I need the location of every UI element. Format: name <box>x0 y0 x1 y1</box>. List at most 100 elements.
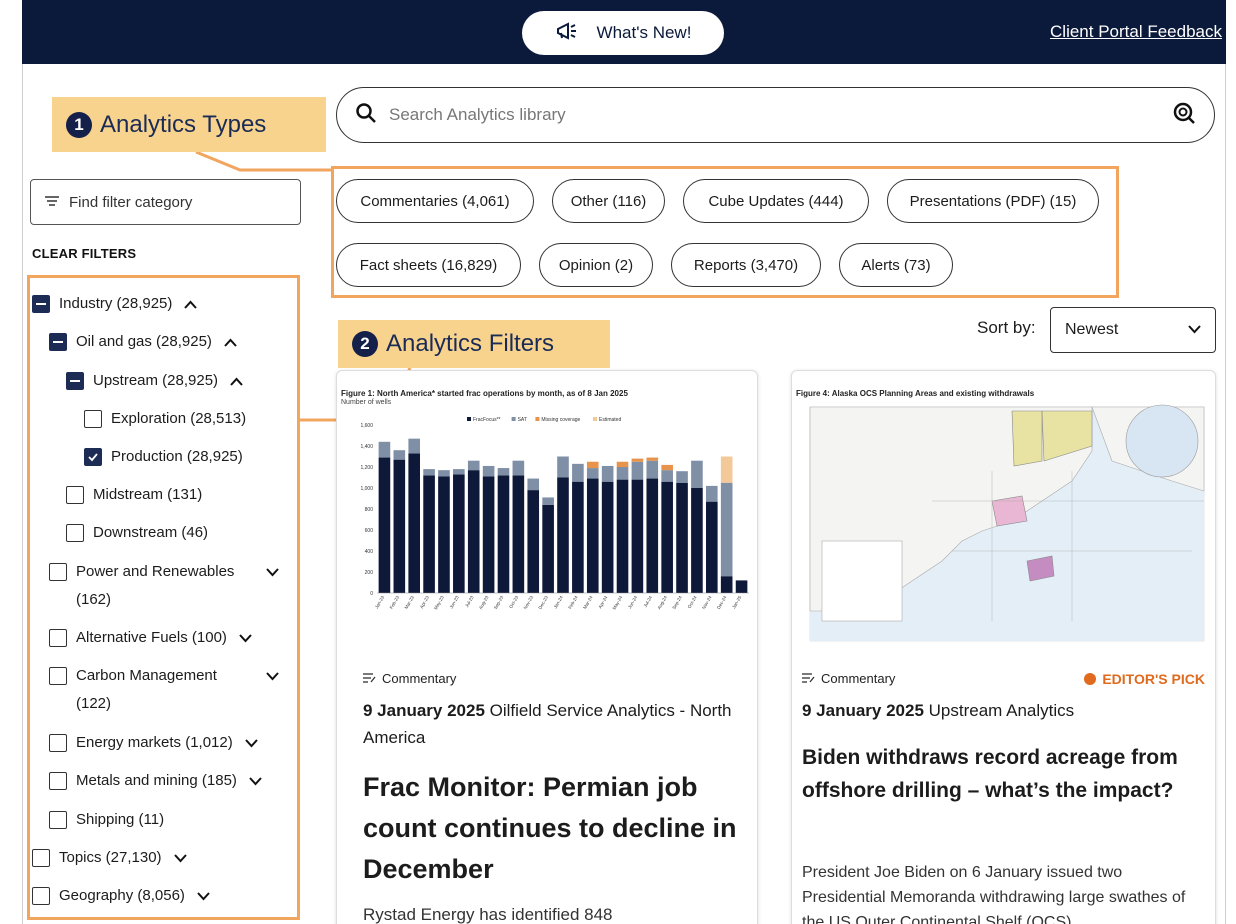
x-tick-label: Oct-23 <box>508 595 519 610</box>
filter-item[interactable]: Geography (8,056) <box>32 882 210 910</box>
search-bar[interactable] <box>336 87 1215 143</box>
filter-item[interactable]: Downstream (46) <box>66 519 208 547</box>
whats-new-button[interactable]: What's New! <box>522 11 724 55</box>
bar-segment <box>482 476 495 593</box>
filter-item[interactable]: Shipping (11) <box>49 806 164 834</box>
bar-segment <box>616 479 629 593</box>
checkbox[interactable] <box>49 811 67 829</box>
filter-label: Upstream (28,925) <box>93 372 219 389</box>
find-filter-input[interactable]: Find filter category <box>30 179 301 225</box>
filter-item[interactable]: Carbon Management (122) <box>49 662 279 718</box>
chevron-up-icon[interactable] <box>230 377 243 386</box>
bar-segment <box>705 485 718 502</box>
chip-cube-updates[interactable]: Cube Updates (444) <box>683 179 869 223</box>
checkbox[interactable] <box>32 887 50 905</box>
y-tick-label: 1,000 <box>360 486 373 492</box>
bar-segment <box>378 457 391 593</box>
x-tick-label: Jul-24 <box>643 595 654 609</box>
chevron-down-icon[interactable] <box>173 854 187 863</box>
filter-item[interactable]: Power and Renewables (162) <box>49 558 279 614</box>
filter-item[interactable]: Upstream (28,925) <box>66 367 243 395</box>
search-input[interactable] <box>389 105 1172 125</box>
x-tick-label: Nov-24 <box>701 595 713 610</box>
bar-segment <box>497 468 510 476</box>
filter-label: Exploration (28,513) <box>111 410 247 427</box>
chip-commentaries[interactable]: Commentaries (4,061) <box>336 179 534 223</box>
x-tick-label: Nov-23 <box>523 595 535 610</box>
partial-checkbox[interactable] <box>66 372 84 390</box>
figure-title: Figure 4: Alaska OCS Planning Areas and … <box>796 389 1035 398</box>
chevron-down-icon[interactable] <box>266 672 279 681</box>
editors-pick-label: EDITOR'S PICK <box>1102 671 1205 687</box>
ai-search-icon[interactable] <box>1172 101 1196 130</box>
chevron-up-icon[interactable] <box>224 338 237 347</box>
chip-opinion[interactable]: Opinion (2) <box>539 243 653 287</box>
checkbox[interactable] <box>49 734 67 752</box>
x-tick-label: Mar-23 <box>404 595 416 610</box>
legend-swatch <box>511 417 516 421</box>
client-portal-feedback-link[interactable]: Client Portal Feedback <box>1050 22 1222 42</box>
article-title[interactable]: Biden withdraws record acreage from offs… <box>802 741 1202 807</box>
chevron-down-icon[interactable] <box>249 777 262 786</box>
callout-label: Analytics Types <box>100 110 267 138</box>
chevron-down-icon[interactable] <box>266 568 279 577</box>
bar-segment <box>631 479 644 593</box>
checkbox[interactable] <box>66 486 84 504</box>
filter-label: Geography (8,056) <box>59 887 185 904</box>
chip-fact-sheets[interactable]: Fact sheets (16,829) <box>336 243 521 287</box>
bar-segment <box>676 482 688 593</box>
checkbox[interactable] <box>49 629 67 647</box>
chevron-down-icon[interactable] <box>239 634 252 643</box>
bar-segment <box>512 475 525 593</box>
filter-item[interactable]: Production (28,925) <box>84 443 243 471</box>
checkbox[interactable] <box>49 772 67 790</box>
article-date: 9 January 2025 <box>363 701 485 720</box>
bar-segment <box>497 475 510 593</box>
partial-checkbox[interactable] <box>49 333 67 351</box>
checkbox[interactable] <box>84 448 102 466</box>
filter-item[interactable]: Topics (27,130) <box>32 844 187 872</box>
filter-item[interactable]: Industry (28,925) <box>32 290 198 318</box>
bar-segment <box>601 465 614 482</box>
bar-segment <box>438 476 450 593</box>
clear-filters-button[interactable]: CLEAR FILTERS <box>32 246 136 261</box>
x-tick-label: Jun-24 <box>627 595 638 610</box>
bar-segment <box>408 453 421 593</box>
filter-item[interactable]: Exploration (28,513) <box>84 405 246 433</box>
article-dateline: 9 January 2025 Oilfield Service Analytic… <box>363 697 757 751</box>
bar-segment <box>482 465 495 477</box>
article-type: Commentary <box>363 671 456 686</box>
checkbox[interactable] <box>66 524 84 542</box>
article-card[interactable]: Figure 4: Alaska OCS Planning Areas and … <box>791 370 1216 924</box>
sort-select[interactable]: Newest <box>1050 307 1216 353</box>
checkbox[interactable] <box>49 563 67 581</box>
chevron-down-icon[interactable] <box>244 739 258 748</box>
filter-item[interactable]: Midstream (131) <box>66 481 202 509</box>
article-card[interactable]: Figure 1: North America* started frac op… <box>336 370 758 924</box>
chevron-up-icon[interactable] <box>184 300 198 309</box>
chevron-down-icon[interactable] <box>197 892 210 901</box>
checkbox[interactable] <box>49 667 67 685</box>
bar-segment <box>393 450 406 460</box>
chip-presentations[interactable]: Presentations (PDF) (15) <box>887 179 1099 223</box>
filter-item[interactable]: Metals and mining (185) <box>49 767 262 795</box>
callout-analytics-filters: 2 Analytics Filters <box>338 320 610 368</box>
chip-reports[interactable]: Reports (3,470) <box>671 243 821 287</box>
editors-pick-badge: EDITOR'S PICK <box>1084 671 1205 687</box>
legend-label: SAT <box>518 417 527 423</box>
partial-checkbox[interactable] <box>32 295 50 313</box>
filter-item[interactable]: Alternative Fuels (100) <box>49 624 252 652</box>
filter-item[interactable]: Energy markets (1,012) <box>49 729 258 757</box>
article-title[interactable]: Frac Monitor: Permian job count continue… <box>363 767 743 890</box>
x-tick-label: Aug-24 <box>656 595 668 610</box>
x-tick-label: Sep-24 <box>671 595 683 610</box>
filter-item[interactable]: Oil and gas (28,925) <box>49 328 237 356</box>
chip-other[interactable]: Other (116) <box>552 179 665 223</box>
checkbox[interactable] <box>32 849 50 867</box>
checkbox[interactable] <box>84 410 102 428</box>
top-bar: What's New! Client Portal Feedback <box>22 0 1226 64</box>
filter-label: Midstream (131) <box>93 486 203 503</box>
y-tick-label: 1,400 <box>360 444 373 450</box>
chip-alerts[interactable]: Alerts (73) <box>839 243 953 287</box>
dot-icon <box>1084 673 1097 685</box>
